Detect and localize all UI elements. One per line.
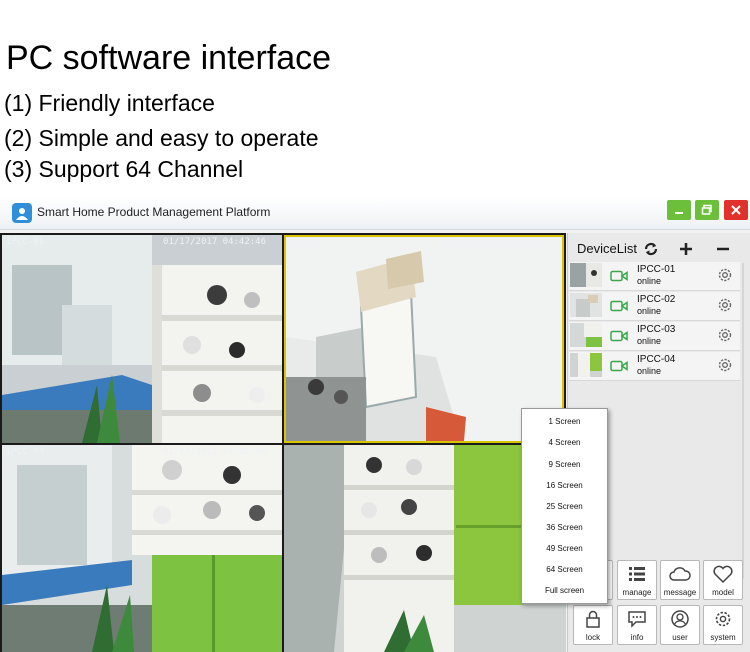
tool-label: info: [630, 633, 644, 642]
tool-label: user: [672, 633, 688, 642]
list-icon: [629, 567, 645, 581]
tile-label: IPCC-01: [6, 237, 44, 247]
device-list-title: DeviceList: [577, 241, 637, 256]
device-list-header: DeviceList: [568, 237, 750, 261]
video-tile-3[interactable]: IPCC-03 01/17/2017 04:42:46: [2, 445, 282, 652]
camera-icon: [610, 299, 628, 317]
lock-icon: [586, 610, 600, 628]
menu-item-16-screen[interactable]: 16 Screen: [522, 475, 607, 496]
remove-icon: [717, 247, 729, 251]
menu-item-full-screen[interactable]: Full screen: [522, 580, 607, 601]
tile-timestamp: 01/17/2017 04:42:45: [443, 239, 546, 249]
device-thumbnail: [570, 353, 602, 377]
menu-item-1-screen[interactable]: 1 Screen: [522, 411, 607, 432]
title-bar: Smart Home Product Management Platform: [0, 197, 750, 230]
lock-button[interactable]: lock: [573, 605, 613, 645]
tile-label: IPCC-03: [6, 447, 44, 457]
tile-label: IPCC-02: [290, 239, 328, 249]
device-row[interactable]: IPCC-03 online: [569, 322, 740, 351]
maximize-button[interactable]: [695, 200, 719, 220]
device-status: online: [637, 366, 662, 376]
video-grid: IPCC-01 01/17/2017 04:42:46 IPCC-02 01/1…: [0, 233, 566, 652]
device-row[interactable]: IPCC-01 online: [569, 262, 740, 291]
minimize-button[interactable]: [667, 200, 691, 220]
screen-layout-menu: 1 Screen 4 Screen 9 Screen 16 Screen 25 …: [521, 408, 608, 604]
video-tile-1[interactable]: IPCC-01 01/17/2017 04:42:46: [2, 235, 282, 443]
page-heading: PC software interface: [6, 39, 332, 77]
device-list-scrollbar[interactable]: [742, 261, 749, 581]
user-button[interactable]: user: [660, 605, 700, 645]
message-button[interactable]: message: [660, 560, 700, 600]
info-button[interactable]: info: [617, 605, 657, 645]
menu-item-4-screen[interactable]: 4 Screen: [522, 432, 607, 453]
window-title: Smart Home Product Management Platform: [37, 205, 271, 219]
camera-icon: [610, 269, 628, 287]
menu-item-64-screen[interactable]: 64 Screen: [522, 559, 607, 580]
user-icon: [671, 610, 689, 628]
add-device-button[interactable]: [674, 238, 698, 260]
refresh-button[interactable]: [639, 238, 663, 260]
gear-icon[interactable]: [716, 296, 734, 319]
refresh-icon: [644, 242, 658, 256]
device-name: IPCC-02: [637, 294, 676, 305]
tool-label: lock: [585, 633, 601, 642]
device-name: IPCC-03: [637, 324, 676, 335]
system-button[interactable]: system: [703, 605, 743, 645]
model-button[interactable]: model: [703, 560, 743, 600]
gear-icon: [715, 611, 731, 627]
tile-timestamp: 01/17/2017 04:42:46: [163, 237, 266, 247]
menu-item-36-screen[interactable]: 36 Screen: [522, 517, 607, 538]
close-button[interactable]: [724, 200, 748, 220]
device-thumbnail: [570, 323, 602, 347]
tool-label: manage: [622, 588, 652, 597]
menu-item-25-screen[interactable]: 25 Screen: [522, 496, 607, 517]
remove-device-button[interactable]: [711, 238, 735, 260]
gear-icon[interactable]: [716, 266, 734, 289]
device-status: online: [637, 276, 662, 286]
device-row[interactable]: IPCC-04 online: [569, 352, 740, 381]
device-row[interactable]: IPCC-02 online: [569, 292, 740, 321]
add-icon: [680, 243, 692, 255]
cloud-icon: [669, 567, 691, 581]
camera-icon: [610, 359, 628, 377]
camera-icon: [610, 329, 628, 347]
menu-item-49-screen[interactable]: 49 Screen: [522, 538, 607, 559]
menu-item-9-screen[interactable]: 9 Screen: [522, 454, 607, 475]
gear-icon[interactable]: [716, 326, 734, 349]
tile-timestamp: 01/17/2017 04:42:46: [163, 447, 266, 457]
gear-icon[interactable]: [716, 356, 734, 379]
app-window: Smart Home Product Management Platform I…: [0, 197, 750, 652]
tool-label: message: [663, 588, 697, 597]
feature-1: (1) Friendly interface: [4, 90, 215, 116]
device-name: IPCC-04: [637, 354, 676, 365]
feature-2: (2) Simple and easy to operate: [4, 125, 319, 151]
app-logo-icon: [12, 203, 32, 223]
device-thumbnail: [570, 263, 602, 287]
device-status: online: [637, 306, 662, 316]
chat-icon: [628, 611, 646, 628]
heart-icon: [713, 565, 733, 584]
tool-label: system: [710, 633, 736, 642]
manage-button[interactable]: manage: [617, 560, 657, 600]
device-thumbnail: [570, 293, 602, 317]
device-status: online: [637, 336, 662, 346]
tool-label: model: [712, 588, 734, 597]
feature-3: (3) Support 64 Channel: [4, 156, 244, 182]
device-name: IPCC-01: [637, 264, 676, 275]
